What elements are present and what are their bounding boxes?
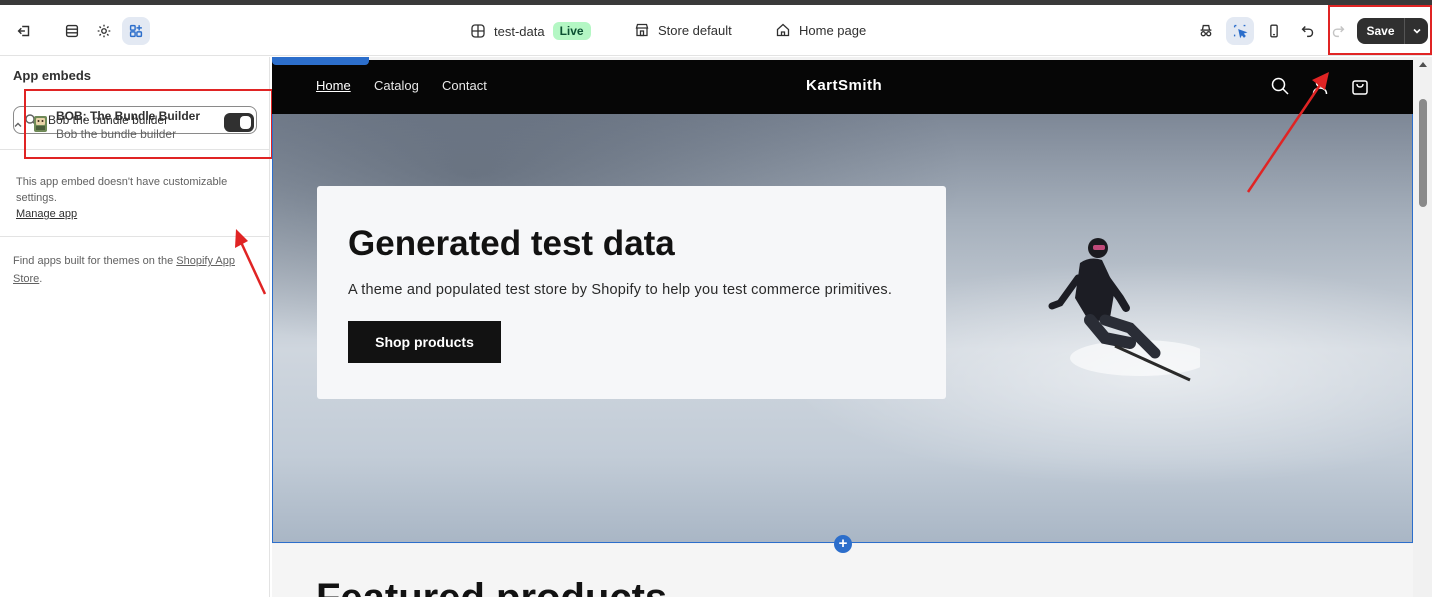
- theme-selector[interactable]: test-data Live: [470, 22, 591, 40]
- annotation-box-embed: [24, 89, 273, 159]
- exit-button[interactable]: [10, 17, 38, 45]
- cursor-select-icon: [1233, 24, 1248, 39]
- collapse-chevron-icon[interactable]: [12, 119, 24, 131]
- mobile-icon: [1270, 24, 1278, 38]
- sections-icon: [65, 24, 79, 38]
- store-logo-text[interactable]: KartSmith: [806, 77, 882, 94]
- select-mode-button[interactable]: [1226, 17, 1254, 45]
- scroll-thumb[interactable]: [1419, 99, 1427, 207]
- manage-app-link[interactable]: Manage app: [16, 208, 77, 220]
- store-icon: [635, 23, 649, 37]
- gear-icon: [97, 24, 111, 38]
- find-apps-text: Find apps built for themes on the Shopif…: [13, 252, 258, 288]
- home-page-label: Home page: [799, 22, 867, 38]
- find-apps-prefix: Find apps built for themes on the: [13, 255, 177, 267]
- apps-icon: [129, 24, 143, 38]
- account-icon[interactable]: [1310, 76, 1330, 96]
- no-settings-text: This app embed doesn't have customizable…: [16, 176, 228, 204]
- exit-icon: [17, 25, 30, 37]
- nav-catalog[interactable]: Catalog: [374, 78, 419, 93]
- snowboarder-illustration: [1048, 238, 1200, 382]
- selected-section-tab: [272, 57, 369, 65]
- nav-home[interactable]: Home: [316, 78, 351, 93]
- search-icon[interactable]: [1270, 76, 1290, 96]
- nav-contact[interactable]: Contact: [442, 78, 487, 93]
- theme-icon: [471, 24, 485, 38]
- scroll-up-icon[interactable]: [1418, 60, 1428, 70]
- hero-text: A theme and populated test store by Shop…: [348, 282, 893, 298]
- find-apps-suffix: .: [39, 273, 43, 285]
- undo-icon: [1301, 25, 1314, 38]
- cart-icon[interactable]: [1350, 76, 1370, 96]
- divider: [0, 236, 270, 237]
- featured-title: Featured products: [316, 576, 667, 597]
- store-default-label: Store default: [658, 22, 732, 38]
- app-embeds-button[interactable]: [122, 17, 150, 45]
- undo-button[interactable]: [1294, 17, 1322, 45]
- incognito-icon: [1200, 24, 1212, 37]
- store-default-selector[interactable]: Store default: [634, 22, 732, 38]
- shop-products-button[interactable]: Shop products: [348, 321, 501, 363]
- sections-button[interactable]: [58, 17, 86, 45]
- theme-settings-button[interactable]: [90, 17, 118, 45]
- inspector-button[interactable]: [1192, 17, 1220, 45]
- annotation-box-save: [1328, 5, 1432, 55]
- mobile-view-button[interactable]: [1260, 17, 1288, 45]
- theme-name: test-data: [494, 23, 545, 39]
- live-badge: Live: [552, 22, 591, 40]
- home-icon: [776, 23, 790, 37]
- hero-title: Generated test data: [348, 224, 675, 263]
- page-selector[interactable]: Home page: [775, 22, 866, 38]
- editor-topbar: test-data Live Store default Home page S…: [0, 5, 1432, 56]
- panel-title: App embeds: [13, 68, 92, 83]
- add-section-button[interactable]: +: [834, 535, 852, 553]
